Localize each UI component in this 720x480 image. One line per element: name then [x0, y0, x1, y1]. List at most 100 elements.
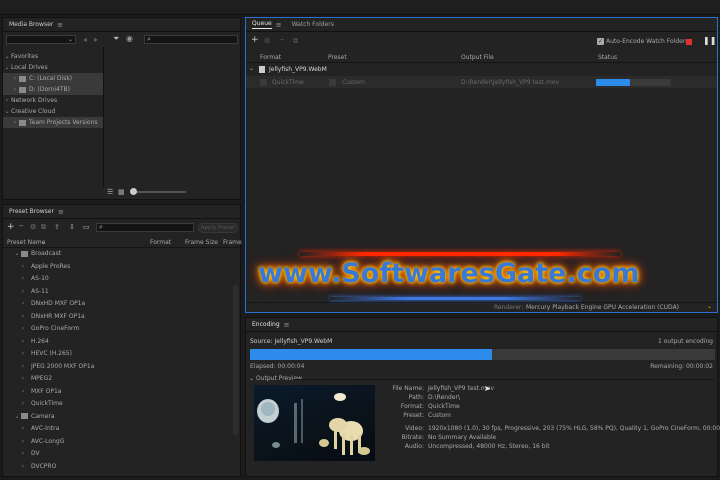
queue-format[interactable]: QuickTime — [272, 79, 304, 86]
panel-menu-icon[interactable]: ≡ — [284, 321, 290, 329]
media-browser-header: Media Browser ≡ — [3, 18, 240, 32]
output-preview-line — [294, 379, 714, 380]
panel-menu-icon[interactable]: ≡ — [58, 208, 64, 216]
tree-c-drive[interactable]: › C: (Local Disk) — [3, 73, 103, 84]
chevron-down-icon: ⌄ — [4, 64, 10, 71]
auto-encode-checkbox[interactable]: ✓ — [597, 38, 604, 45]
queue-output-file[interactable]: D:\Render\Jellyfish_VP9 test.mov — [461, 79, 559, 86]
zoom-slider[interactable] — [131, 191, 186, 193]
filter-icon[interactable]: ⏷ — [113, 34, 119, 44]
category-icon — [21, 250, 28, 257]
preset-item[interactable]: › HEVC (H.265) — [3, 348, 233, 359]
queue-preset[interactable]: Custom — [342, 79, 365, 86]
preset-browser-title: Preset Browser — [9, 208, 54, 215]
column-output-file: Output File — [461, 54, 494, 61]
remove-icon[interactable]: – — [19, 221, 24, 231]
zoom-slider-handle[interactable] — [130, 188, 137, 195]
preset-browser-header: Preset Browser ≡ — [3, 205, 240, 219]
tree-label: Creative Cloud — [11, 108, 56, 115]
settings-icon[interactable]: ⚙ — [30, 223, 36, 231]
preset-item[interactable]: › Apple ProRes — [3, 261, 233, 272]
preset-item[interactable]: › DNxHD MXF OP1a — [3, 298, 233, 309]
output-info: File Name: Jellyfish_VP9 test.mov Path: D:\… — [376, 385, 720, 475]
preset-item[interactable]: › H.264 — [3, 336, 233, 347]
preset-search-input[interactable]: ⌕ — [96, 223, 194, 232]
preset-item[interactable]: › AS-10 — [3, 273, 233, 284]
file-icon — [259, 66, 265, 73]
tree-label: Favorites — [11, 53, 39, 60]
media-browser-title: Media Browser — [9, 21, 54, 28]
pause-queue-icon[interactable]: ❚❚ — [703, 36, 716, 45]
encoding-header: Encoding ≡ — [246, 318, 717, 332]
list-view-icon[interactable]: ☰ — [107, 188, 113, 196]
tree-network-drives[interactable]: › Network Drives — [3, 95, 103, 106]
preset-item[interactable]: › DVCPRO — [3, 461, 233, 472]
preset-item[interactable]: › JPEG 2000 MXF OP1a — [3, 361, 233, 372]
tab-watch-folders[interactable]: Watch Folders — [292, 21, 334, 28]
chevron-down-icon: ⌄ — [14, 250, 20, 257]
preset-scrollbar[interactable] — [233, 285, 238, 435]
preset-item[interactable]: › MPEG2 — [3, 373, 233, 384]
renderer-dropdown[interactable]: Mercury Playback Engine GPU Acceleration… — [526, 304, 679, 311]
queue-tabs: Queue ≡ Watch Folders — [246, 18, 717, 32]
queue-output-row[interactable]: QuickTime Custom D:\Render\Jellyfish_VP9… — [246, 76, 717, 88]
tab-queue[interactable]: Queue — [252, 20, 272, 29]
preset-item[interactable]: › MXF OP1a — [3, 386, 233, 397]
tree-favorites[interactable]: ⌄ Favorites — [3, 51, 103, 62]
location-dropdown[interactable]: ⌄ — [6, 35, 76, 44]
info-key: File Name: — [392, 385, 424, 392]
tree-creative-cloud[interactable]: ⌄ Creative Cloud — [3, 106, 103, 117]
media-search-input[interactable]: ⌕ — [144, 35, 238, 44]
remove-icon[interactable]: – — [280, 35, 285, 45]
chevron-down-icon[interactable]: ⌄ — [707, 303, 712, 310]
export-icon[interactable]: ⇪ — [54, 223, 60, 231]
column-frame-size[interactable]: Frame Size — [185, 239, 218, 246]
column-preset-name[interactable]: Preset Name — [7, 239, 45, 246]
preset-item[interactable]: › DNxHR MXF OP1a — [3, 311, 233, 322]
preset-toolbar: + – ⚙ ⧉ ⇪ ⇩ ▭ ⌕ Apply Preset — [3, 221, 240, 235]
folder-icon[interactable]: ▭ — [83, 223, 90, 231]
view-toggle-icon[interactable]: ◉ — [126, 34, 133, 43]
queue-source-row[interactable]: ⌄ Jellyfish_VP9.WebM — [246, 64, 717, 76]
preset-dropdown-icon[interactable] — [329, 79, 336, 86]
preset-item[interactable]: › GoPro CineForm — [3, 323, 233, 334]
preset-item[interactable]: › QuickTime — [3, 398, 233, 409]
settings-icon[interactable]: ⚙ — [264, 37, 270, 45]
preset-label: MPEG2 — [31, 375, 53, 382]
stop-queue-button[interactable] — [686, 39, 692, 45]
media-divider[interactable] — [103, 47, 104, 187]
renderer-row: Renderer: Mercury Playback Engine GPU Ac… — [246, 302, 717, 312]
apply-preset-button[interactable]: Apply Preset — [198, 223, 238, 233]
duplicate-icon[interactable]: ⧉ — [41, 223, 46, 232]
chevron-right-icon: › — [13, 119, 17, 126]
preset-group[interactable]: ⌄ Camera — [3, 411, 233, 422]
chevron-down-icon: ⌄ — [14, 412, 20, 420]
duplicate-icon[interactable]: ⧉ — [293, 37, 298, 46]
icon-view-icon[interactable]: ▦ — [118, 188, 125, 196]
preset-label: Camera — [31, 412, 55, 420]
column-format[interactable]: Format — [150, 239, 171, 246]
preset-item[interactable]: › AVC-Intra — [3, 423, 233, 434]
queue-column-headers: Format Preset Output File Status — [246, 53, 717, 63]
preset-group[interactable]: ⌄ Broadcast — [3, 248, 233, 259]
tree-local-drives[interactable]: ⌄ Local Drives — [3, 62, 103, 73]
column-frame[interactable]: Frame — [223, 239, 242, 246]
chevron-right-icon: › — [21, 387, 25, 395]
encoding-progress-track — [250, 349, 715, 360]
add-icon[interactable]: + — [7, 222, 15, 232]
preset-item[interactable]: › DV — [3, 448, 233, 459]
jellyfish-illustration — [257, 393, 370, 455]
forward-arrow-icon[interactable]: ▸ — [94, 35, 98, 44]
add-source-icon[interactable]: + — [251, 35, 259, 45]
preset-item[interactable]: › AS-11 — [3, 286, 233, 297]
format-dropdown-icon[interactable] — [260, 79, 267, 86]
back-arrow-icon[interactable]: ◂ — [83, 35, 87, 44]
tree-label: C: (Local Disk) — [29, 75, 73, 82]
watermark-band-top — [300, 252, 620, 256]
tree-team-projects[interactable]: › Team Projects Versions — [3, 117, 103, 128]
panel-menu-icon[interactable]: ≡ — [57, 21, 63, 29]
import-icon[interactable]: ⇩ — [69, 223, 75, 231]
preset-item[interactable]: › AVC-LongG — [3, 436, 233, 447]
tree-d-drive[interactable]: › D: (Dorni4TB) — [3, 84, 103, 95]
panel-menu-icon[interactable]: ≡ — [276, 21, 282, 29]
